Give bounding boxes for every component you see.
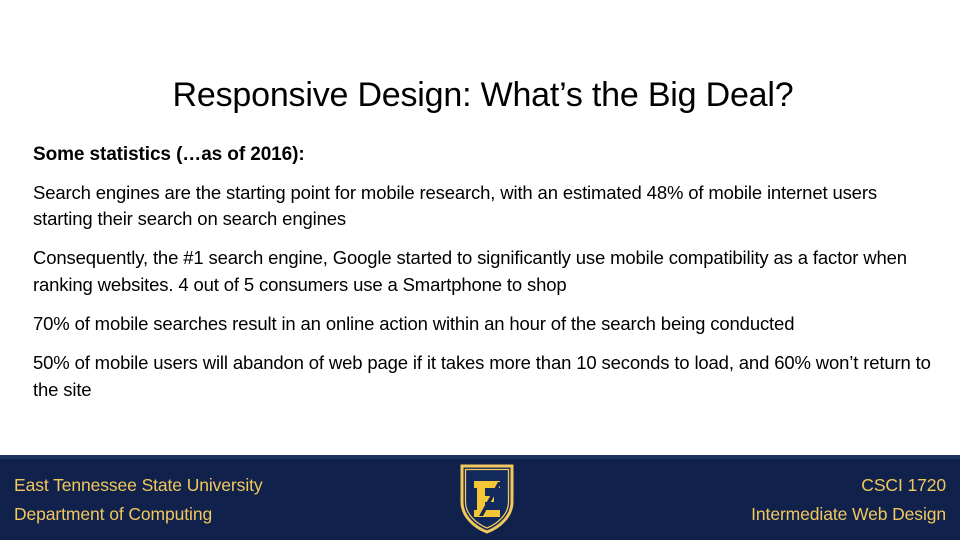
etsu-shield-logo: [460, 464, 514, 534]
statistic-paragraph-1: Search engines are the starting point fo…: [33, 181, 877, 230]
footer-course-title: Intermediate Web Design: [751, 503, 946, 524]
statistic-paragraph-3: 70% of mobile searches result in an onli…: [33, 312, 795, 334]
footer-top-strip: [0, 455, 960, 459]
presentation-slide: Responsive Design: What’s the Big Deal? …: [0, 0, 960, 540]
footer-university-name: East Tennessee State University: [14, 475, 263, 495]
statistic-paragraph-2: Consequently, the #1 search engine, Goog…: [33, 247, 907, 296]
statistics-heading: Some statistics (…as of 2016):: [33, 144, 305, 165]
page-title: Responsive Design: What’s the Big Deal?: [172, 75, 794, 114]
footer-institution: East Tennessee State University Departme…: [14, 471, 263, 529]
footer-department-name: Department of Computing: [14, 503, 213, 524]
footer-course-code: CSCI 1720: [861, 475, 946, 495]
footer-course: CSCI 1720 Intermediate Web Design: [751, 471, 946, 529]
slide-body: Some statistics (…as of 2016): Search en…: [33, 142, 935, 403]
statistic-paragraph-4: 50% of mobile users will abandon of web …: [33, 351, 931, 400]
slide-footer: East Tennessee State University Departme…: [0, 455, 960, 540]
